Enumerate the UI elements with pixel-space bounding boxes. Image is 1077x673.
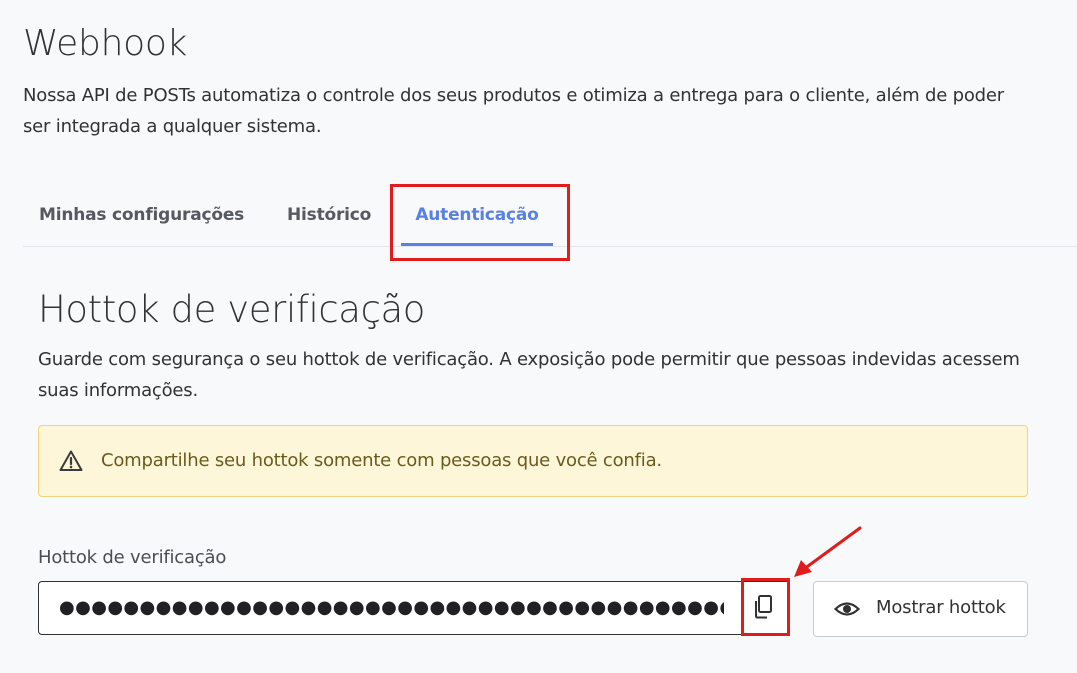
show-hottok-label: Mostrar hottok (876, 597, 1006, 618)
eye-icon (834, 602, 860, 616)
tab-historico[interactable]: Histórico (287, 188, 371, 246)
tab-bar: Minhas configurações Histórico Autentica… (23, 188, 1077, 247)
annotation-arrow-icon (794, 526, 862, 577)
hottok-masked-value: ●●●●●●●●●●●●●●●●●●●●●●●●●●●●●●●●●●●●●●●●… (59, 597, 724, 618)
page-title: Webhook (23, 23, 188, 64)
alert-message: Compartilhe seu hottok somente com pesso… (101, 450, 662, 471)
warning-alert: Compartilhe seu hottok somente com pesso… (38, 425, 1028, 497)
tab-minhas-configuracoes[interactable]: Minhas configurações (39, 188, 244, 246)
page-description: Nossa API de POSTs automatiza o controle… (23, 85, 1004, 137)
section-description: Guarde com segurança o seu hottok de ver… (38, 349, 1020, 401)
copy-icon[interactable] (752, 593, 776, 621)
show-hottok-button[interactable]: Mostrar hottok (813, 581, 1028, 637)
section-title: Hottok de verificação (38, 288, 426, 331)
tab-autenticacao[interactable]: Autenticação (401, 188, 553, 246)
warning-triangle-icon (59, 450, 83, 471)
hottok-field-label: Hottok de verificação (38, 547, 227, 568)
hottok-input[interactable]: ●●●●●●●●●●●●●●●●●●●●●●●●●●●●●●●●●●●●●●●●… (38, 581, 790, 635)
